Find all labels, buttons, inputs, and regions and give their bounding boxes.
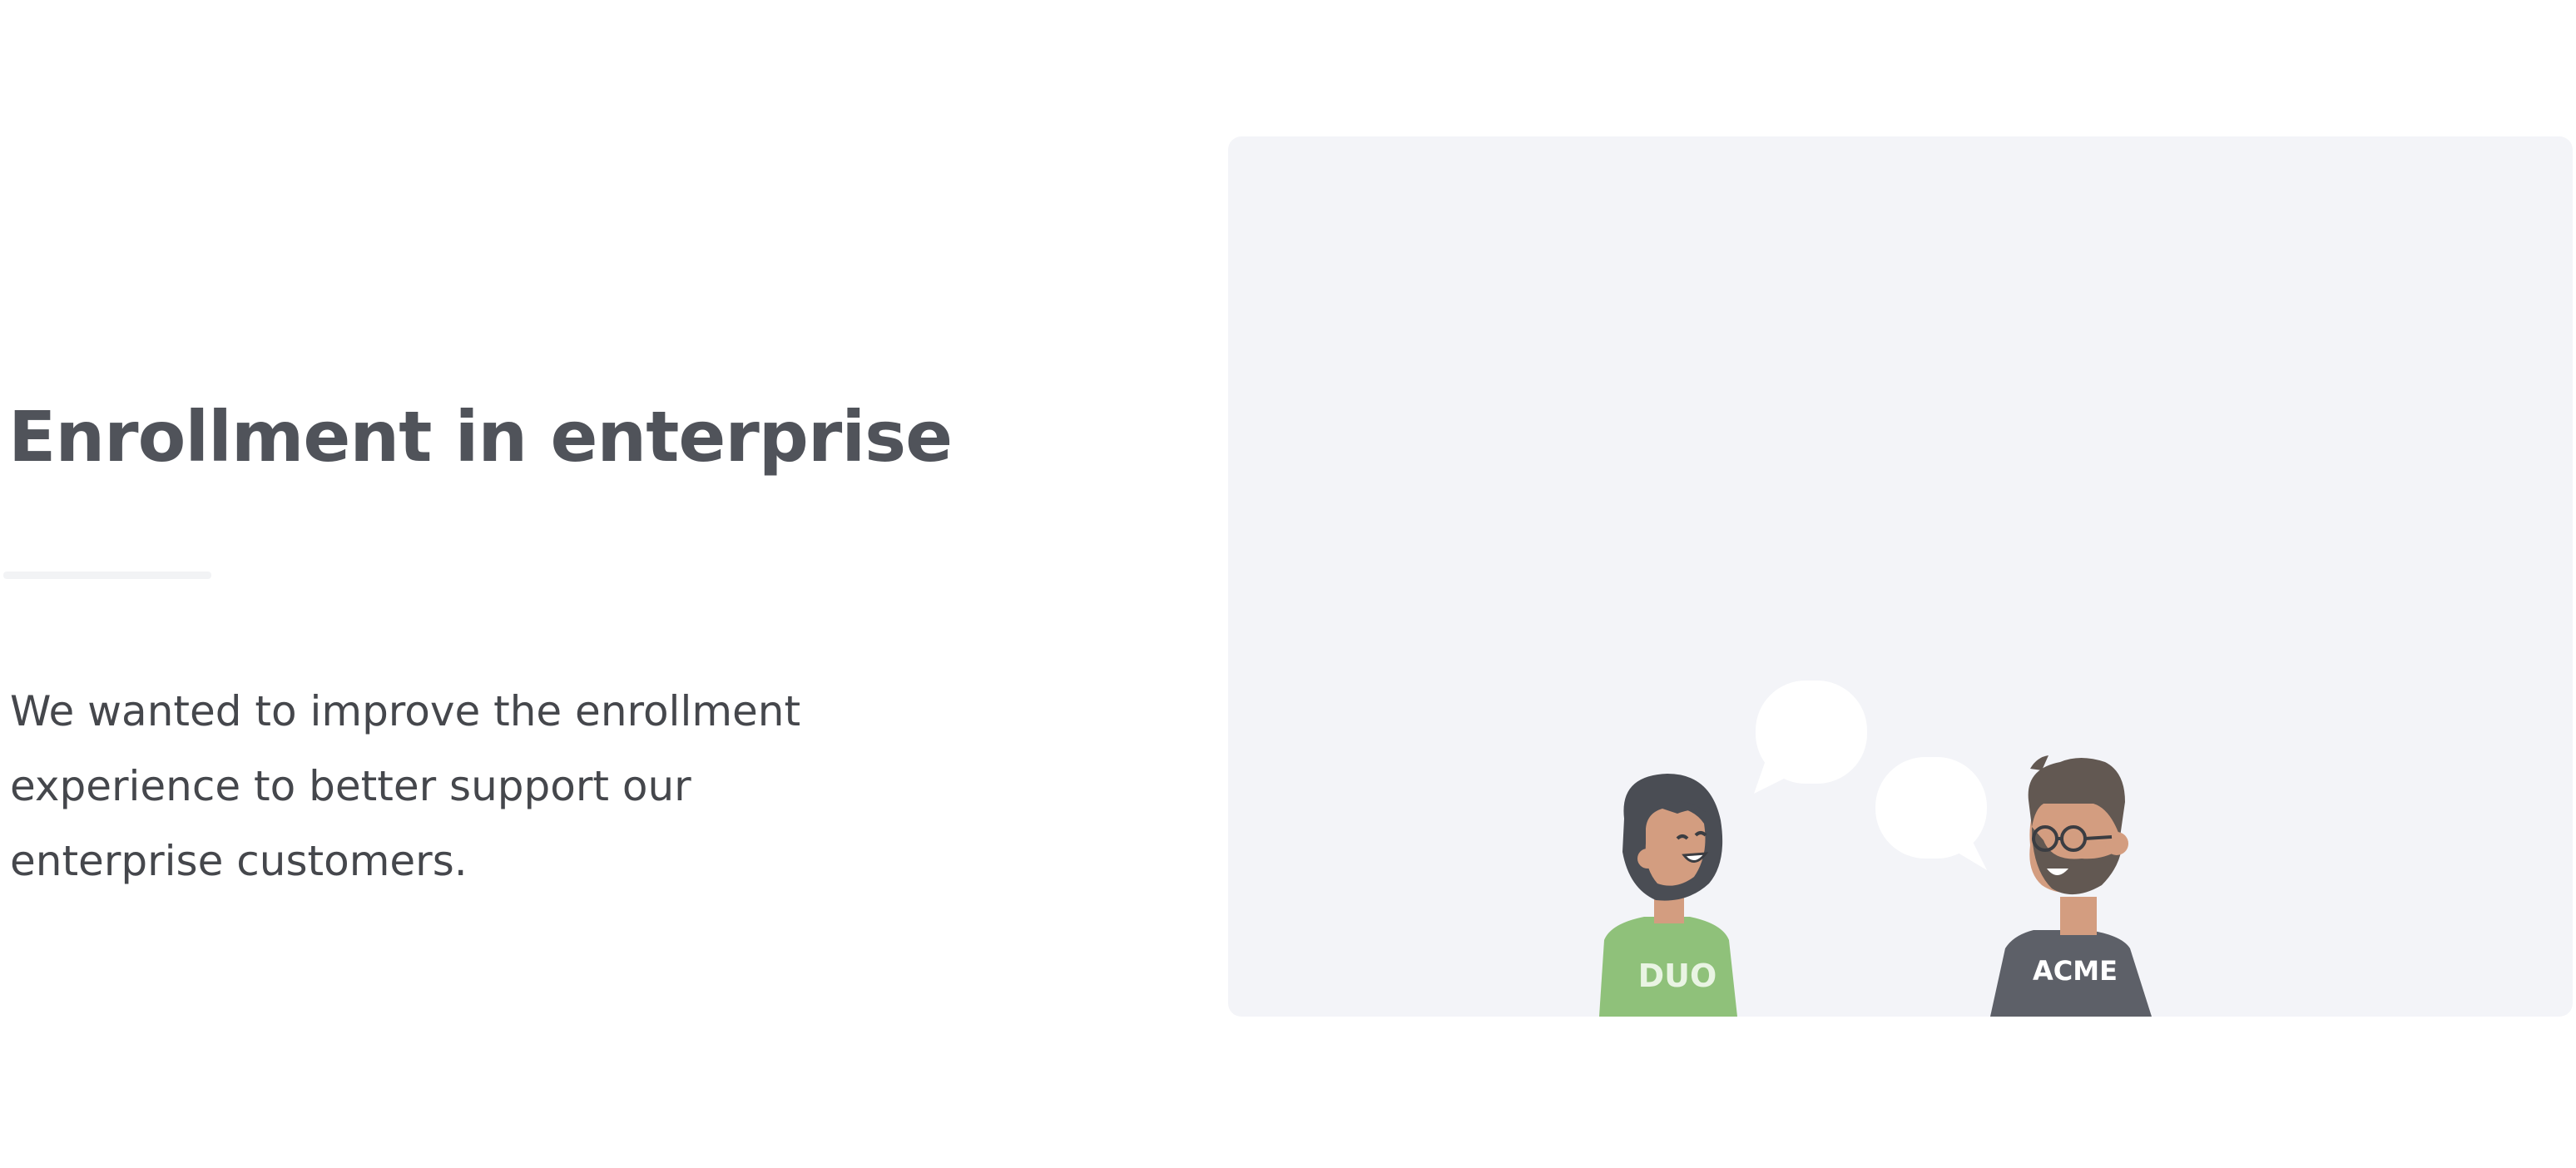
left-person-figure: DUO — [1599, 774, 1737, 1017]
page: Enrollment in enterprise We wanted to im… — [0, 0, 2576, 1168]
section-headline: Enrollment in enterprise — [8, 396, 953, 478]
section-description: We wanted to improve the enrollment expe… — [10, 674, 842, 898]
description-line-2: experience to better support our — [10, 762, 691, 810]
headline-divider — [3, 572, 211, 579]
illustration-card: DUO ACME — [1228, 136, 2573, 1017]
right-person-figure: ACME — [1990, 755, 2152, 1017]
speech-bubble-left — [1754, 681, 1867, 794]
description-line-1: We wanted to improve the enrollment — [10, 687, 801, 735]
text-column: Enrollment in enterprise We wanted to im… — [3, 383, 1007, 885]
description-line-3: enterprise customers. — [10, 837, 468, 885]
speech-bubble-right — [1875, 757, 1987, 870]
left-shirt-logo-text: DUO — [1638, 958, 1717, 994]
conversation-illustration: DUO ACME — [1599, 681, 2152, 1017]
right-shirt-logo-text: ACME — [2033, 955, 2118, 987]
